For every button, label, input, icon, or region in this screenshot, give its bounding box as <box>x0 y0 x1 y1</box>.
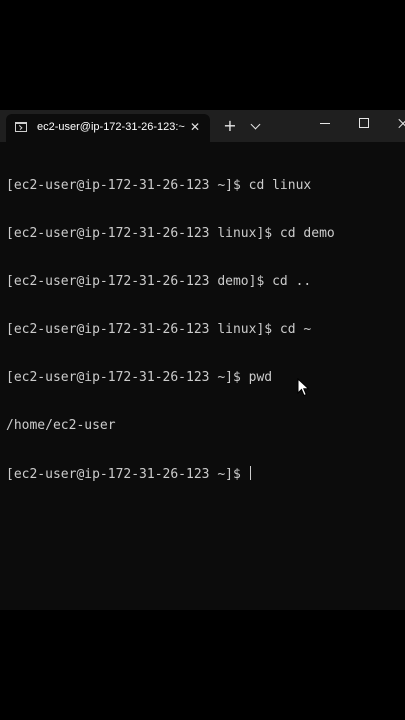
terminal-line: [ec2-user@ip-172-31-26-123 linux]$ cd ~ <box>6 322 312 337</box>
tab-terminal[interactable]: ec2-user@ip-172-31-26-123:~ ✕ <box>6 114 210 142</box>
shell-prompt: [ec2-user@ip-172-31-26-123 ~]$ <box>6 467 249 482</box>
terminal-line: [ec2-user@ip-172-31-26-123 linux]$ cd de… <box>6 226 335 241</box>
tab-title: ec2-user@ip-172-31-26-123:~ <box>37 121 185 133</box>
close-window-button[interactable] <box>385 110 405 138</box>
close-tab-icon[interactable]: ✕ <box>188 120 202 134</box>
terminal-output[interactable]: [ec2-user@ip-172-31-26-123 ~]$ cd linux … <box>0 146 405 610</box>
video-frame: ec2-user@ip-172-31-26-123:~ ✕ + [ec2-use… <box>0 0 405 720</box>
maximize-button[interactable] <box>345 110 385 138</box>
terminal-window: ec2-user@ip-172-31-26-123:~ ✕ + [ec2-use… <box>0 110 405 610</box>
terminal-line: [ec2-user@ip-172-31-26-123 demo]$ cd .. <box>6 274 312 289</box>
text-cursor <box>249 466 251 480</box>
terminal-icon <box>15 122 27 132</box>
title-bar[interactable]: ec2-user@ip-172-31-26-123:~ ✕ + <box>0 110 405 142</box>
minimize-button[interactable] <box>305 110 345 138</box>
terminal-line: [ec2-user@ip-172-31-26-123 ~]$ pwd <box>6 370 273 385</box>
mouse-pointer-icon <box>297 378 310 397</box>
new-tab-button[interactable]: + <box>221 117 239 135</box>
chevron-down-icon[interactable] <box>248 118 264 134</box>
terminal-line: /home/ec2-user <box>6 418 116 433</box>
prompt-line[interactable]: [ec2-user@ip-172-31-26-123 ~]$ <box>6 466 405 482</box>
terminal-line: [ec2-user@ip-172-31-26-123 ~]$ cd linux <box>6 178 312 193</box>
